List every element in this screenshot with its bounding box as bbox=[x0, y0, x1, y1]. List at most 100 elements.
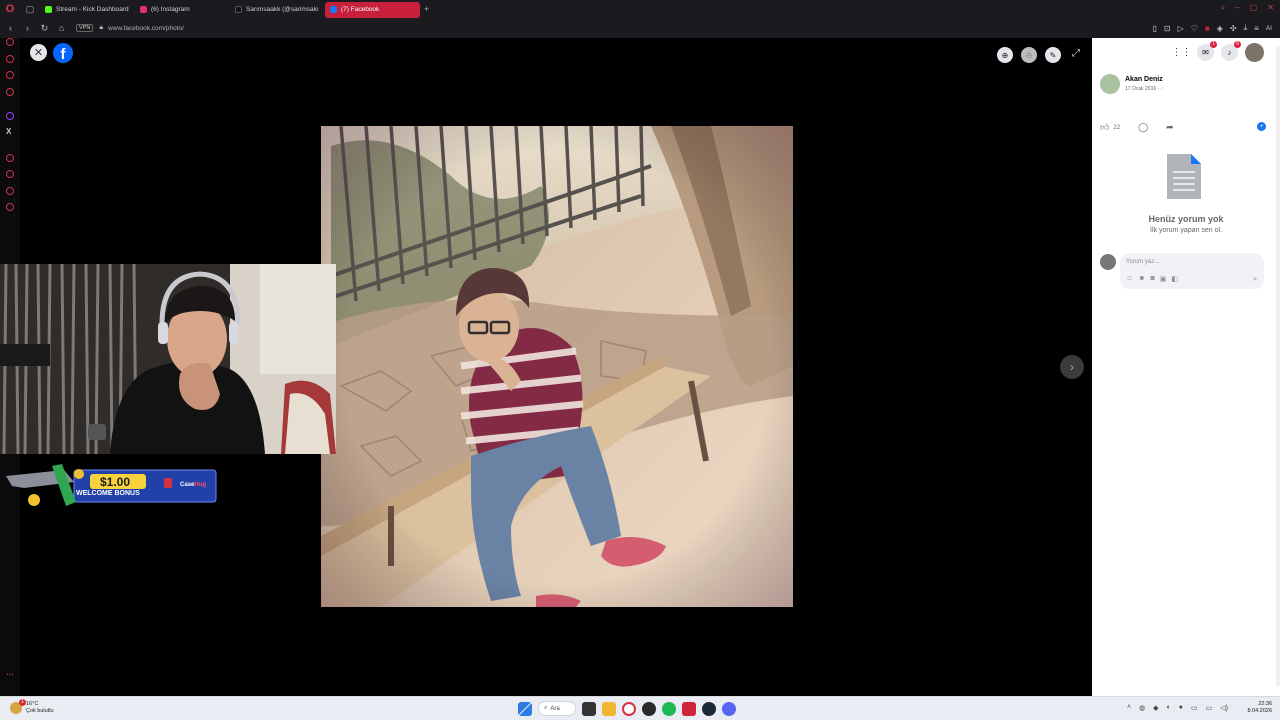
address-bar: ‹ › ↻ ⌂ VPN 🔒︎ www.facebook.com/photo/ ▯… bbox=[0, 18, 1280, 38]
taskbar-apps: ⌕ Ara bbox=[518, 701, 736, 716]
system-tray: ˄ ◍ ◆ ◐ ● ▭ ▭ ◁) bbox=[1127, 704, 1228, 712]
promo-brand: CaseHug bbox=[180, 482, 206, 488]
maximize-icon[interactable]: ▢ bbox=[1250, 3, 1258, 13]
shield-icon[interactable]: ◈ bbox=[1217, 24, 1223, 33]
tray-app3-icon[interactable]: ◐ bbox=[1167, 704, 1171, 712]
tab-instagram[interactable]: (6) Instagram bbox=[135, 2, 230, 18]
steam-icon[interactable] bbox=[702, 701, 716, 716]
sidebar-bookmarks-icon[interactable] bbox=[6, 187, 14, 195]
comment-icon[interactable]: ◯ bbox=[1138, 122, 1148, 133]
post-date-text: 17 Ocak 2016 · bbox=[1125, 86, 1160, 92]
comment-input[interactable]: Yorum yaz... ☺ ☻ ◙ ▣ ◧ ➤ bbox=[1120, 253, 1264, 289]
emoji-icon[interactable]: ☻ bbox=[1138, 275, 1145, 283]
gif-icon[interactable]: ▣ bbox=[1160, 275, 1167, 283]
tab-label: (6) Instagram bbox=[151, 6, 190, 13]
zoom-out-button[interactable]: ⊖ bbox=[1021, 47, 1037, 63]
sidebar-messenger-icon[interactable] bbox=[6, 55, 14, 63]
task-view-icon[interactable] bbox=[582, 701, 596, 716]
snapshot-icon[interactable]: ▯ bbox=[1152, 24, 1156, 33]
discord-icon[interactable] bbox=[722, 701, 736, 716]
sidebar-whatsapp-icon[interactable] bbox=[6, 71, 14, 79]
facebook-logo-icon[interactable]: f bbox=[53, 43, 73, 63]
like-icon[interactable]: 👍︎ bbox=[1100, 122, 1109, 133]
weather-temp: 16°C bbox=[26, 701, 39, 707]
app-red-icon[interactable] bbox=[682, 701, 696, 716]
reload-icon[interactable]: ↻ bbox=[38, 23, 51, 34]
tag-button[interactable]: ✎ bbox=[1045, 47, 1061, 63]
sidebar-history-icon[interactable] bbox=[6, 154, 14, 162]
back-icon[interactable]: ‹ bbox=[4, 23, 17, 33]
tray-app-icon[interactable]: ◍ bbox=[1139, 704, 1145, 712]
sidebar-telegram-icon[interactable] bbox=[6, 88, 14, 96]
notifications-icon[interactable]: ♪ 6 bbox=[1221, 41, 1241, 61]
extension-icon[interactable]: ■ bbox=[1205, 24, 1210, 33]
tray-chevron-icon[interactable]: ˄ bbox=[1127, 704, 1131, 712]
spotify-icon[interactable] bbox=[662, 701, 676, 716]
taskbar-clock[interactable]: 22:36 8.04.2026 bbox=[1248, 701, 1272, 715]
messenger-badge: 1 bbox=[1210, 41, 1217, 48]
sidebar-x-icon[interactable]: X bbox=[6, 127, 11, 136]
network-icon[interactable]: ▭ bbox=[1206, 704, 1213, 712]
panel-scrollbar[interactable] bbox=[1276, 46, 1280, 686]
search-tabs-icon[interactable]: ⌕ bbox=[1221, 3, 1225, 13]
kick-favicon-icon bbox=[45, 6, 52, 13]
workspaces-icon[interactable]: ▢ bbox=[20, 4, 40, 15]
start-icon[interactable] bbox=[518, 701, 532, 716]
share-icon[interactable]: ➦ bbox=[1166, 122, 1174, 133]
opera-taskbar-icon[interactable] bbox=[622, 701, 636, 716]
sidebar-more-icon[interactable]: … bbox=[6, 668, 14, 677]
vpn-badge[interactable]: VPN bbox=[76, 24, 94, 32]
new-tab-button[interactable]: + bbox=[424, 4, 429, 14]
next-photo-button[interactable]: › bbox=[1060, 355, 1084, 379]
zoom-in-button[interactable]: ⊕ bbox=[997, 47, 1013, 63]
menu-grid-icon[interactable]: ⋮⋮ bbox=[1172, 44, 1192, 61]
home-icon[interactable]: ⌂ bbox=[55, 23, 68, 33]
forward-icon[interactable]: › bbox=[21, 23, 34, 33]
sidebar-twitch-icon[interactable] bbox=[6, 112, 14, 120]
menu-icon[interactable]: ≡ bbox=[1254, 24, 1259, 33]
author-name[interactable]: Akan Deniz bbox=[1125, 76, 1164, 83]
volume-icon[interactable]: ◁) bbox=[1220, 704, 1228, 712]
url-field[interactable]: www.facebook.com/photo/ bbox=[108, 25, 184, 32]
tab-tiktok[interactable]: Sarımsaakk (@sarimsakı bbox=[230, 2, 325, 18]
like-count[interactable]: 22 bbox=[1113, 125, 1120, 131]
promo-brand-prefix: Case bbox=[180, 482, 195, 488]
opera-logo-icon[interactable]: O bbox=[0, 0, 20, 18]
avatar-sticker-icon[interactable]: ☺ bbox=[1126, 275, 1133, 283]
sidebar-settings-icon[interactable] bbox=[6, 203, 14, 211]
player-icon[interactable]: ▷ bbox=[1178, 24, 1184, 33]
minimize-icon[interactable]: – bbox=[1235, 3, 1239, 13]
casehug-promo-banner: $1.00 WELCOME BONUS CaseHug bbox=[4, 462, 218, 510]
camera-icon[interactable]: ◙ bbox=[1151, 275, 1155, 283]
lock-icon[interactable]: 🔒︎ bbox=[99, 24, 103, 32]
puzzle-icon[interactable]: ✣ bbox=[1230, 24, 1237, 33]
screen: O ▢ Stream - Kick Dashboard (6) Instagra… bbox=[0, 0, 1280, 720]
post-author: Akan Deniz 17 Ocak 2016 · ◌ bbox=[1100, 74, 1164, 94]
author-avatar[interactable] bbox=[1100, 74, 1120, 94]
sidebar-clock-icon[interactable] bbox=[6, 170, 14, 178]
send-icon[interactable]: ➤ bbox=[1252, 275, 1258, 283]
obs-icon[interactable] bbox=[642, 701, 656, 716]
bookmark-icon[interactable]: ⊡ bbox=[1164, 24, 1171, 33]
tab-facebook[interactable]: (7) Facebook bbox=[325, 1, 420, 18]
file-explorer-icon[interactable] bbox=[602, 701, 616, 716]
sticker-icon[interactable]: ◧ bbox=[1171, 275, 1178, 283]
post-date[interactable]: 17 Ocak 2016 · ◌ bbox=[1125, 86, 1164, 92]
tab-kick-dashboard[interactable]: Stream - Kick Dashboard bbox=[40, 2, 135, 18]
tray-mic-icon[interactable]: ● bbox=[1179, 704, 1183, 712]
download-icon[interactable]: ⤓ bbox=[1244, 23, 1248, 33]
heart-icon[interactable]: ♡ bbox=[1191, 24, 1198, 33]
ai-button[interactable]: AI bbox=[1266, 25, 1272, 32]
search-icon: ⌕ bbox=[544, 705, 548, 711]
taskbar-search[interactable]: ⌕ Ara bbox=[538, 701, 576, 716]
close-viewer-button[interactable]: ✕ bbox=[30, 44, 47, 61]
tray-usb-icon[interactable]: ▭ bbox=[1191, 704, 1198, 712]
profile-avatar[interactable] bbox=[1245, 43, 1264, 62]
weather-widget[interactable]: 1 16°C Çok bulutlu bbox=[10, 699, 54, 715]
fullscreen-icon[interactable]: ⤢ bbox=[1072, 48, 1080, 59]
tray-app2-icon[interactable]: ◆ bbox=[1153, 704, 1158, 712]
messenger-icon[interactable]: ✉ 1 bbox=[1197, 41, 1217, 61]
close-window-icon[interactable]: ✕ bbox=[1267, 3, 1274, 13]
sidebar-aria-icon[interactable] bbox=[6, 38, 14, 46]
webcam-overlay bbox=[0, 264, 336, 454]
